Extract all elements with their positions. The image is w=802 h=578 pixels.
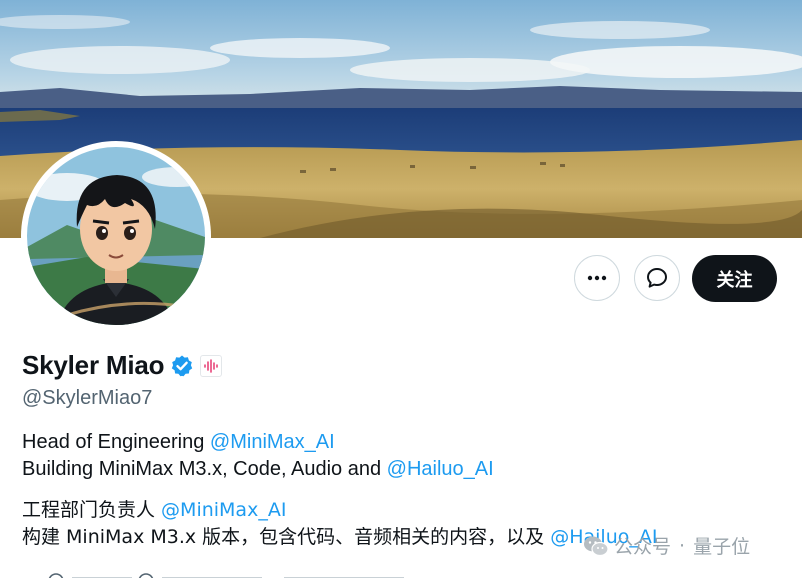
profile-name-row: Skyler Miao [22, 350, 223, 381]
profile-meta-row-cutoff [22, 568, 522, 578]
affiliate-icon [204, 358, 219, 373]
message-icon [647, 268, 667, 288]
bio-line-4: 构建 MiniMax M3.x 版本，包含代码、音频相关的内容，以及 @Hail… [22, 522, 657, 549]
display-name: Skyler Miao [22, 350, 165, 380]
more-button[interactable] [574, 255, 620, 301]
watermark: 公众号 · 量子位 [582, 532, 750, 559]
bio-text: Building MiniMax M3.x, Code, Audio and [22, 458, 387, 480]
watermark-separator: · [679, 534, 686, 557]
profile-actions: 关注 [0, 255, 802, 303]
bio-line-2: Building MiniMax M3.x, Code, Audio and @… [22, 458, 494, 481]
affiliate-badge[interactable] [200, 354, 223, 377]
bio-line-3: 工程部门负责人 @MiniMax_AI [22, 495, 286, 522]
bio-text: Head of Engineering [22, 431, 210, 453]
verified-icon[interactable] [170, 354, 194, 378]
bio-text: 工程部门负责人 [22, 499, 162, 521]
wechat-icon [584, 536, 609, 556]
more-icon [587, 275, 607, 281]
follow-button[interactable]: 关注 [692, 255, 777, 302]
mention-link[interactable]: @MiniMax_AI [161, 499, 286, 521]
profile-handle: @SkylerMiao7 [22, 387, 153, 409]
bio-text: 构建 MiniMax M3.x 版本，包含代码、音频相关的内容，以及 [22, 526, 551, 548]
mention-link[interactable]: @MiniMax_AI [210, 431, 335, 453]
message-button[interactable] [634, 255, 680, 301]
watermark-brand: 量子位 [693, 536, 751, 558]
watermark-source: 公众号 [614, 536, 672, 558]
bio-line-1: Head of Engineering @MiniMax_AI [22, 431, 335, 454]
mention-link[interactable]: @Hailuo_AI [387, 458, 494, 480]
